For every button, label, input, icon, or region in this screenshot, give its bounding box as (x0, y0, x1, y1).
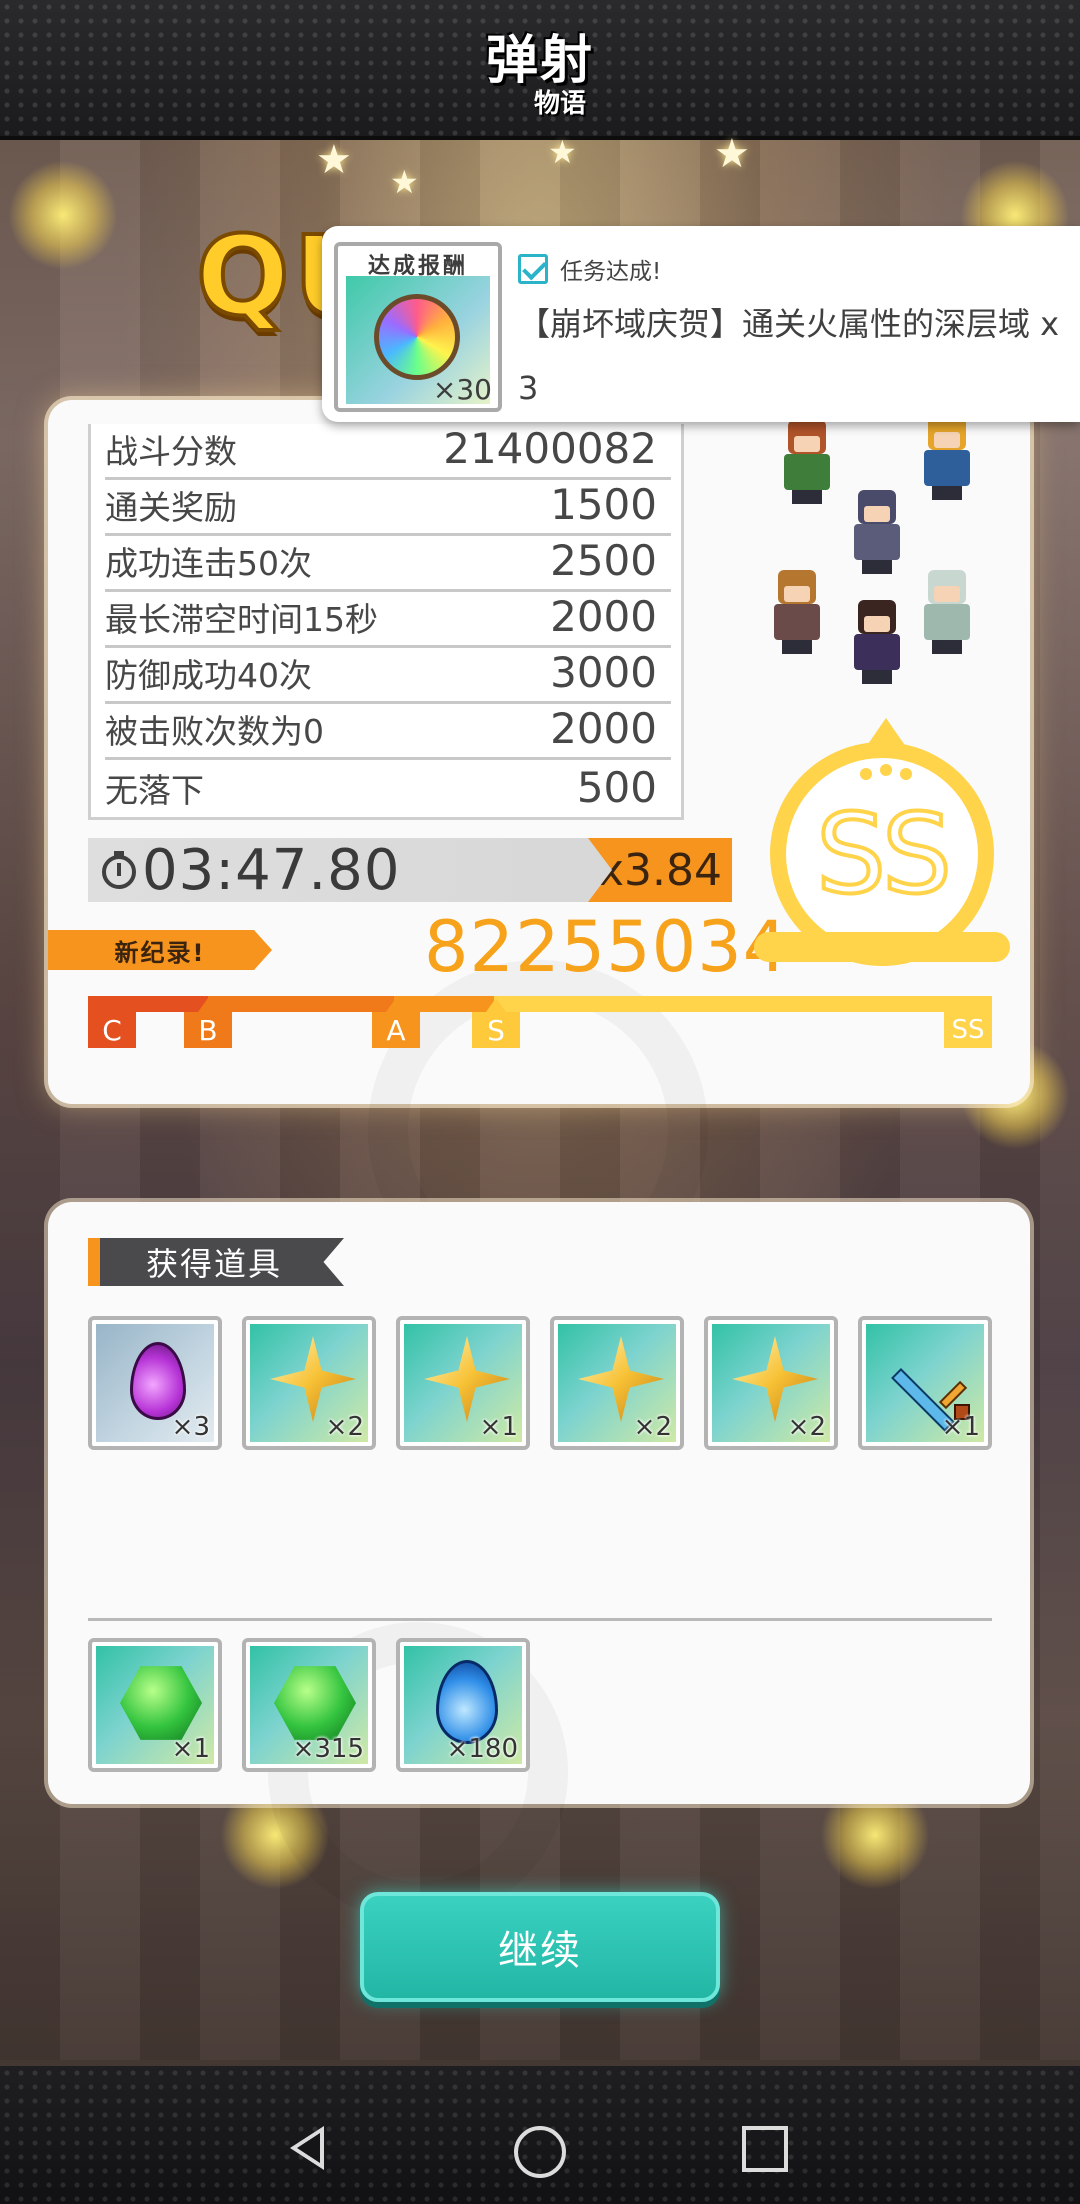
item-quantity: ×315 (292, 1734, 364, 1764)
score-value: 2000 (550, 592, 657, 641)
score-value: 2000 (550, 704, 657, 753)
character-sprite (918, 416, 974, 500)
clear-time-bar: 03:47.80 (88, 837, 632, 903)
score-row: 战斗分数 21400082 (105, 424, 671, 480)
blue-drop-icon (436, 1660, 498, 1744)
score-row: 无落下 500 (105, 760, 671, 816)
item-card[interactable]: ×3 (88, 1316, 222, 1450)
score-label: 战斗分数 (105, 432, 237, 471)
rank-marker-b: B (184, 998, 232, 1048)
gold-star-shard-icon (270, 1336, 356, 1422)
reward-count: ×30 (432, 373, 492, 406)
character-sprite (768, 570, 824, 654)
purple-gem-icon (130, 1342, 186, 1420)
score-value: 500 (576, 763, 657, 812)
logo-sub-text: 物语 (533, 89, 586, 119)
score-value: 3000 (550, 648, 657, 697)
character-sprite (848, 490, 904, 574)
total-score: 82255034 (424, 906, 789, 988)
result-panel: 战斗分数 21400082 通关奖励 1500 成功连击50次 2500 最长滞… (48, 400, 1030, 1300)
score-row: 最长滞空时间15秒 2000 (105, 592, 671, 648)
gold-star-shard-icon (578, 1336, 664, 1422)
score-row: 通关奖励 1500 (105, 480, 671, 536)
star-icon: ★ (390, 163, 419, 201)
item-card[interactable]: ×2 (242, 1316, 376, 1450)
party-characters (748, 410, 1008, 690)
item-card[interactable]: ×315 (242, 1638, 376, 1772)
stopwatch-icon (102, 851, 136, 889)
back-icon-inner (297, 2133, 320, 2163)
logo-main-text: 弹射 (485, 31, 594, 91)
item-quantity: ×2 (325, 1412, 364, 1442)
item-card[interactable]: ×2 (704, 1316, 838, 1450)
rank-ribbon (754, 932, 1010, 962)
rank-marker-s: S (472, 998, 520, 1048)
score-label: 防御成功40次 (105, 656, 312, 695)
score-row: 防御成功40次 3000 (105, 648, 671, 704)
item-card[interactable]: ×2 (550, 1316, 684, 1450)
star-icon: ★ (316, 137, 352, 183)
score-label: 被击败次数为0 (105, 712, 324, 751)
crown-icon (868, 718, 904, 744)
quest-status: 任务达成! (518, 252, 661, 286)
gold-star-shard-icon (732, 1336, 818, 1422)
item-quantity: ×3 (171, 1412, 210, 1442)
rank-letter: SS (814, 788, 954, 920)
quest-status-text: 任务达成! (560, 259, 662, 285)
star-icon: ★ (714, 131, 750, 177)
rank-marker-a: A (372, 998, 420, 1048)
item-quantity: ×2 (633, 1412, 672, 1442)
item-card[interactable]: ×1 (858, 1316, 992, 1450)
gold-star-shard-icon (424, 1336, 510, 1422)
new-record-badge: 新纪录! (48, 930, 272, 970)
score-label: 最长滞空时间15秒 (105, 600, 378, 639)
continue-button[interactable]: 继续 (360, 1892, 720, 2002)
item-quantity: ×180 (446, 1734, 518, 1764)
item-card[interactable]: ×1 (88, 1638, 222, 1772)
score-row: 成功连击50次 2500 (105, 536, 671, 592)
recent-apps-icon[interactable] (742, 2126, 788, 2172)
quest-description: 【崩坏域庆贺】通关火属性的深层域 x 3 (518, 305, 1060, 407)
item-quantity: ×1 (171, 1734, 210, 1764)
score-label: 无落下 (105, 771, 204, 810)
character-sprite (918, 570, 974, 654)
score-label: 通关奖励 (105, 488, 237, 527)
background-light (8, 160, 118, 270)
green-gem-icon (120, 1666, 202, 1740)
item-quantity: ×2 (787, 1412, 826, 1442)
star-icon: ★ (548, 133, 577, 171)
items-panel: 获得道具 ×3 ×2 ×1 ×2 ×2 ×1 ×1 ×315 ×180 (48, 1202, 1030, 1922)
score-breakdown-table: 战斗分数 21400082 通关奖励 1500 成功连击50次 2500 最长滞… (88, 424, 684, 820)
game-logo: 弹射 物语 (430, 14, 650, 124)
character-sprite (848, 600, 904, 684)
score-value: 1500 (550, 480, 657, 529)
rainbow-orb-icon (374, 294, 460, 380)
item-card[interactable]: ×180 (396, 1638, 530, 1772)
score-value: 21400082 (443, 424, 657, 473)
items-divider (88, 1618, 992, 1621)
rank-badge: SS (754, 718, 1010, 978)
character-sprite (778, 420, 834, 504)
items-header: 获得道具 (88, 1238, 344, 1286)
top-bar: 弹射 物语 (0, 0, 1080, 140)
rank-marker-ss: SS (944, 1012, 992, 1048)
score-label: 成功连击50次 (105, 544, 312, 583)
item-quantity: ×1 (479, 1412, 518, 1442)
item-card[interactable]: ×1 (396, 1316, 530, 1450)
home-icon[interactable] (514, 2126, 566, 2178)
item-quantity: ×1 (941, 1412, 980, 1442)
green-gem-icon (274, 1666, 356, 1740)
score-row: 被击败次数为0 2000 (105, 704, 671, 760)
reward-card: 达成报酬 ×30 (334, 242, 502, 412)
checkbox-checked-icon (518, 254, 548, 284)
score-value: 2500 (550, 536, 657, 585)
quest-complete-popup[interactable]: 达成报酬 ×30 任务达成! 【崩坏域庆贺】通关火属性的深层域 x 3 (322, 226, 1080, 422)
rank-progress-bar (88, 996, 992, 1012)
rank-marker-c: C (88, 1012, 136, 1048)
clear-time: 03:47.80 (142, 837, 401, 903)
